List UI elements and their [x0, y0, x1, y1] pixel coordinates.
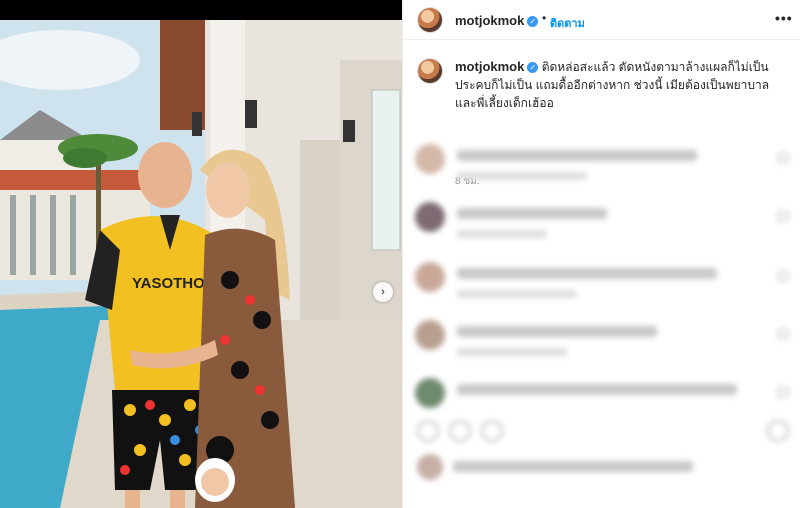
like-icon[interactable] — [417, 420, 439, 442]
comment-meta-blur — [457, 290, 577, 298]
username-text[interactable]: motjokmok — [455, 13, 524, 28]
chevron-right-icon: › — [381, 286, 385, 298]
more-options-icon[interactable]: ••• — [775, 10, 793, 26]
comment-text-blur — [457, 208, 607, 219]
comment-meta-blur — [457, 348, 567, 356]
caption-text: motjokmok ✓ ติดหล่อสะแล้ว ตัดหนังตามาล้าง… — [455, 58, 785, 112]
comment-avatar — [415, 144, 445, 174]
heart-icon — [777, 328, 789, 340]
comment-text-blur — [457, 326, 657, 337]
wall-lamp-2 — [343, 120, 355, 142]
tile-roof — [0, 170, 150, 190]
comment-text-blur — [457, 150, 697, 161]
comment-meta-blur — [457, 230, 547, 238]
heart-icon — [777, 152, 789, 164]
likes-row — [403, 452, 800, 482]
comment-avatar — [415, 202, 445, 232]
comment-row — [413, 316, 793, 366]
bookmark-icon[interactable] — [767, 420, 789, 442]
post-header: motjokmok ✓ • ติดตาม ••• — [403, 0, 800, 40]
verified-icon: ✓ — [527, 62, 539, 74]
heart-icon — [777, 270, 789, 282]
caption-username[interactable]: motjokmok ✓ — [455, 59, 539, 74]
header-username[interactable]: motjokmok ✓ — [455, 13, 539, 28]
liker-avatar — [417, 454, 443, 480]
top-black-bar — [0, 0, 402, 20]
caption-username-text[interactable]: motjokmok — [455, 59, 524, 74]
wall-lamp-1 — [245, 100, 257, 128]
comment-avatar — [415, 262, 445, 292]
verified-icon: ✓ — [527, 16, 539, 28]
wall-lamp-3 — [192, 112, 202, 136]
action-bar — [403, 418, 800, 448]
comment-avatar — [415, 320, 445, 350]
avatar[interactable] — [417, 7, 443, 33]
eave — [160, 20, 210, 130]
separator-dot: • — [542, 11, 547, 25]
share-icon[interactable] — [481, 420, 503, 442]
comment-row — [413, 198, 793, 248]
photo-illustration: YASOTHON — [0, 20, 402, 508]
follow-button[interactable]: ติดตาม — [550, 14, 585, 32]
caption-avatar[interactable] — [417, 58, 443, 84]
next-photo-button[interactable]: › — [373, 282, 393, 302]
comment-icon[interactable] — [449, 420, 471, 442]
heart-icon — [777, 210, 789, 222]
post-side-panel: motjokmok ✓ • ติดตาม ••• motjokmok ✓ ติดหล… — [402, 0, 800, 508]
comment-row — [413, 374, 793, 424]
comment-avatar — [415, 378, 445, 408]
comment-row — [413, 140, 793, 190]
post-photo[interactable]: YASOTHON › — [0, 20, 402, 508]
comment-text-blur — [457, 268, 717, 279]
comment-row — [413, 258, 793, 308]
comment-text-blur — [457, 384, 737, 395]
likes-text-blur — [453, 461, 693, 472]
window — [371, 89, 401, 251]
heart-icon — [777, 386, 789, 398]
comment-meta-blur — [457, 172, 587, 180]
